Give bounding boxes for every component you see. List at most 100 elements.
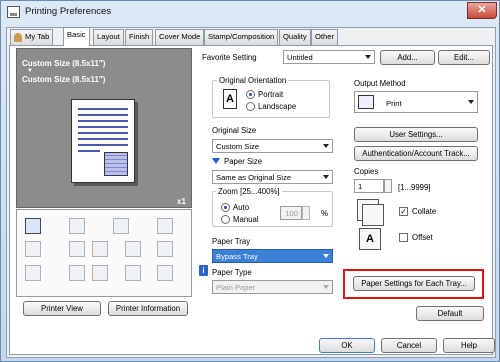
landscape-radio[interactable] (246, 102, 255, 111)
tab-label: Stamp/Composition (208, 32, 275, 41)
preview-original-size: Custom Size (8.5x11") (22, 59, 106, 68)
original-size-value: Custom Size (216, 142, 260, 151)
help-button[interactable]: Help (443, 338, 495, 353)
printer-icon (358, 95, 374, 109)
favorite-setting-dropdown[interactable]: Untitled (283, 50, 375, 64)
tab-basic[interactable]: Basic (63, 27, 90, 46)
paper-tray-label: Paper Tray (212, 237, 251, 246)
tab-label: Quality (283, 32, 307, 41)
function-icon-grid (16, 209, 192, 297)
paper-type-label: Paper Type (212, 268, 252, 277)
output-method-value: Print (386, 99, 402, 108)
collate-label: Collate (412, 207, 437, 216)
zoom-value-input[interactable]: 100 (280, 206, 302, 220)
paper-size-dropdown[interactable]: Same as Original Size (212, 170, 333, 184)
favorite-edit-button[interactable]: Edit... (438, 50, 490, 65)
tab-my-tab[interactable]: My Tab (10, 29, 54, 45)
tab-layout[interactable]: Layout (93, 29, 124, 45)
tab-other[interactable]: Other (311, 29, 338, 45)
collate-checkbox[interactable]: ✓ (399, 207, 408, 216)
tab-finish[interactable]: Finish (125, 29, 154, 45)
combination-icon[interactable] (69, 241, 85, 257)
paper-tray-value: Bypass Tray (216, 252, 258, 261)
offset-checkbox[interactable] (399, 233, 408, 242)
zoom-auto-label: Auto (233, 203, 250, 212)
tab-quality[interactable]: Quality (279, 29, 311, 45)
tab-label: Layout (97, 32, 120, 41)
copies-label: Copies (354, 167, 379, 176)
tab-label: Basic (67, 30, 86, 39)
offset-icon: A (359, 228, 381, 250)
page-preview: Custom Size (8.5x11") ▼ Custom Size (8.5… (16, 48, 192, 208)
orientation-label: Original Orientation (217, 76, 289, 85)
user-settings-button[interactable]: User Settings... (354, 127, 478, 142)
tab-label: Finish (129, 32, 150, 41)
paper-settings-each-tray-button[interactable]: Paper Settings for Each Tray... (353, 276, 475, 291)
output-method-dropdown[interactable]: Print (354, 91, 478, 113)
portrait-orientation-icon: A (223, 89, 237, 109)
window-title: Printing Preferences (25, 6, 112, 17)
watermark-icon[interactable] (157, 265, 173, 281)
calculator-icon[interactable] (25, 265, 41, 281)
printer-information-button[interactable]: Printer Information (108, 301, 188, 316)
paper-size-value: Same as Original Size (216, 173, 292, 182)
punch-icon[interactable] (113, 218, 129, 234)
cancel-button[interactable]: Cancel (381, 338, 437, 353)
paper-type-dropdown[interactable]: Plain Paper (212, 280, 333, 294)
fold-icon[interactable] (157, 218, 173, 234)
portrait-radio[interactable] (246, 90, 255, 99)
chevron-down-icon (323, 254, 329, 258)
preview-paper-size: Custom Size (8.5x11") (22, 75, 106, 84)
zoom-manual-radio[interactable] (221, 215, 230, 224)
printing-preferences-window: Printing Preferences ✕ My Tab Basic Layo… (0, 0, 500, 362)
portrait-label: Portrait (258, 90, 284, 99)
copies-input[interactable]: 1 (354, 179, 384, 193)
zoom-manual-label: Manual (233, 215, 259, 224)
arrow-down-icon: ▼ (27, 68, 33, 74)
offset-label: Offset (412, 233, 433, 242)
copies-range: [1...9999] (398, 183, 431, 192)
copies-spinner[interactable] (384, 179, 392, 193)
output-method-label: Output Method (354, 79, 406, 88)
tab-cover-mode[interactable]: Cover Mode (155, 29, 205, 45)
original-size-dropdown[interactable]: Custom Size (212, 139, 333, 153)
secure-print-icon[interactable] (92, 265, 108, 281)
chevron-down-icon (323, 285, 329, 289)
preview-page (71, 99, 135, 183)
text-a-icon[interactable] (92, 241, 108, 257)
stamp-icon[interactable] (69, 265, 85, 281)
person-icon (14, 33, 22, 42)
collate-icon-stack (362, 204, 384, 226)
info-icon: i (199, 265, 208, 276)
print-mode-icon[interactable] (25, 218, 41, 234)
printer-app-icon (7, 6, 20, 18)
chevron-down-icon (323, 175, 329, 179)
favorite-setting-value: Untitled (287, 53, 313, 62)
ok-button[interactable]: OK (319, 338, 375, 353)
printer-view-button[interactable]: Printer View (23, 301, 101, 316)
authentication-account-track-button[interactable]: Authentication/Account Track... (354, 146, 478, 161)
chevron-down-icon (323, 144, 329, 148)
paper-tray-dropdown[interactable]: Bypass Tray (212, 249, 333, 263)
tab-stamp-composition[interactable]: Stamp/Composition (204, 29, 279, 45)
blue-down-arrow-icon (212, 158, 220, 164)
zoom-spinner[interactable] (302, 206, 310, 220)
default-button[interactable]: Default (416, 306, 484, 321)
favorite-add-button[interactable]: Add... (380, 50, 435, 65)
close-button[interactable]: ✕ (467, 2, 497, 19)
staple-icon[interactable] (69, 218, 85, 234)
zoom-group (212, 191, 333, 227)
favorite-setting-label: Favorite Setting (202, 53, 257, 62)
landscape-label: Landscape (258, 102, 297, 111)
tab-label: Other (315, 32, 334, 41)
image-icon[interactable] (125, 265, 141, 281)
paper-type-value: Plain Paper (216, 283, 256, 292)
original-size-label: Original Size (212, 126, 257, 135)
zoom-auto-radio[interactable] (221, 203, 230, 212)
title-bar[interactable]: Printing Preferences ✕ (1, 1, 499, 23)
tab-label: My Tab (25, 32, 50, 41)
tab-label: Cover Mode (159, 32, 201, 41)
booklet-icon[interactable] (125, 241, 141, 257)
cover-icon[interactable] (157, 241, 173, 257)
duplex-icon[interactable] (25, 241, 41, 257)
